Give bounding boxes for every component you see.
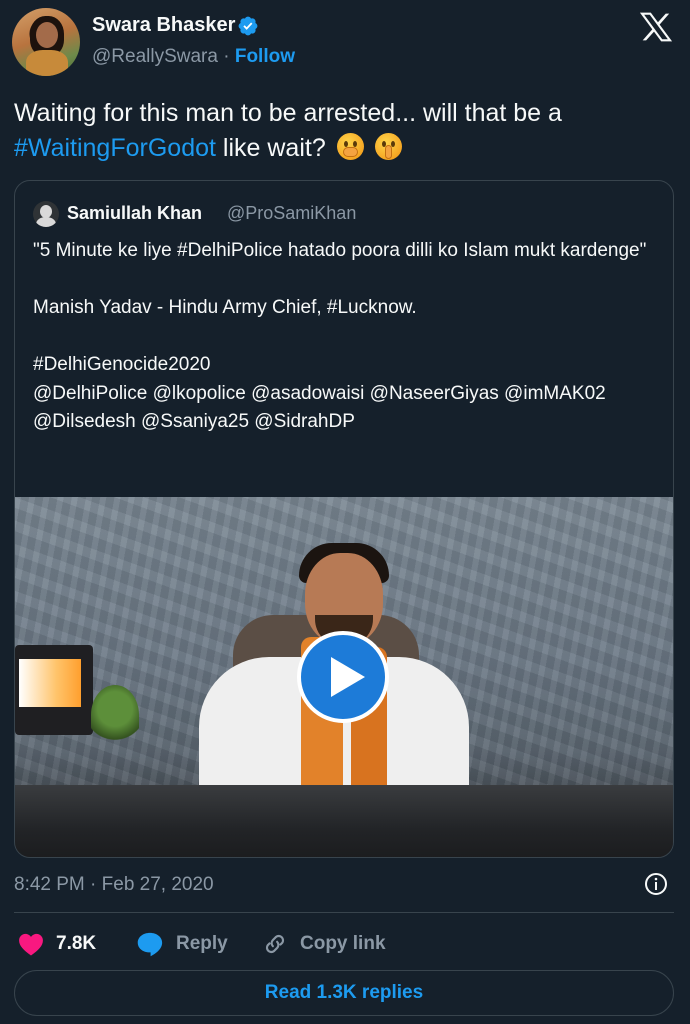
tweet-header: Swara Bhasker @ReallySwara · Follow — [0, 0, 690, 90]
avatar-face — [36, 22, 58, 48]
like-count: 7.8K — [56, 933, 97, 954]
tweet-timestamp[interactable]: 8:42 PM · Feb 27, 2020 — [14, 874, 214, 896]
monitor-screen — [19, 659, 81, 707]
quoted-tweet-text: "5 Minute ke liye #DelhiPolice hatado po… — [33, 240, 647, 432]
copy-link-button[interactable]: Copy link — [262, 926, 386, 962]
face-with-hand-over-mouth-emoji — [336, 133, 364, 160]
action-bar: 7.8K Reply Copy link — [0, 926, 690, 962]
link-icon — [265, 934, 285, 954]
shushing-face-emoji — [374, 133, 402, 160]
emoji-finger — [384, 145, 392, 159]
play-button[interactable] — [297, 631, 389, 723]
play-icon — [331, 657, 365, 697]
heart-icon — [19, 933, 43, 956]
avatar-body — [26, 50, 68, 76]
like-button[interactable]: 7.8K — [18, 926, 96, 962]
quoted-author-avatar[interactable] — [33, 201, 59, 227]
reply-label: Reply — [176, 933, 228, 954]
video-desk — [15, 785, 673, 857]
read-replies-button[interactable]: Read 1.3K replies — [14, 970, 674, 1016]
video-plant — [91, 685, 139, 745]
verified-badge-icon — [238, 16, 258, 36]
tweet-text: Waiting for this man to be arrested... w… — [14, 96, 678, 166]
quoted-author-handle: @ProSamiKhan — [227, 203, 357, 223]
tweet-text-part1: Waiting for this man to be arrested... w… — [14, 99, 562, 127]
author-handle-line: @ReallySwara · Follow — [92, 46, 295, 68]
quoted-tweet[interactable]: Samiullah Khan @ProSamiKhan "5 Minute ke… — [14, 180, 674, 858]
info-icon[interactable] — [644, 872, 668, 896]
reply-button[interactable]: Reply — [136, 926, 228, 962]
tweet-text-part2: like wait? — [215, 134, 326, 162]
divider — [14, 912, 674, 913]
author-avatar[interactable] — [12, 8, 80, 76]
follow-button[interactable]: Follow — [235, 46, 295, 67]
tweet-hashtag[interactable]: #WaitingForGodot — [14, 134, 216, 162]
video-monitor — [15, 645, 93, 735]
quoted-author-name: Samiullah Khan — [67, 203, 203, 223]
emoji-hand — [342, 147, 358, 157]
copy-link-label: Copy link — [300, 933, 386, 954]
handle-separator: · — [223, 46, 230, 67]
reply-bubble-icon — [137, 932, 163, 957]
x-logo-icon[interactable] — [640, 12, 672, 42]
author-name[interactable]: Swara Bhasker — [92, 14, 235, 37]
video-thumbnail[interactable] — [15, 497, 673, 857]
author-handle[interactable]: @ReallySwara — [92, 46, 218, 67]
